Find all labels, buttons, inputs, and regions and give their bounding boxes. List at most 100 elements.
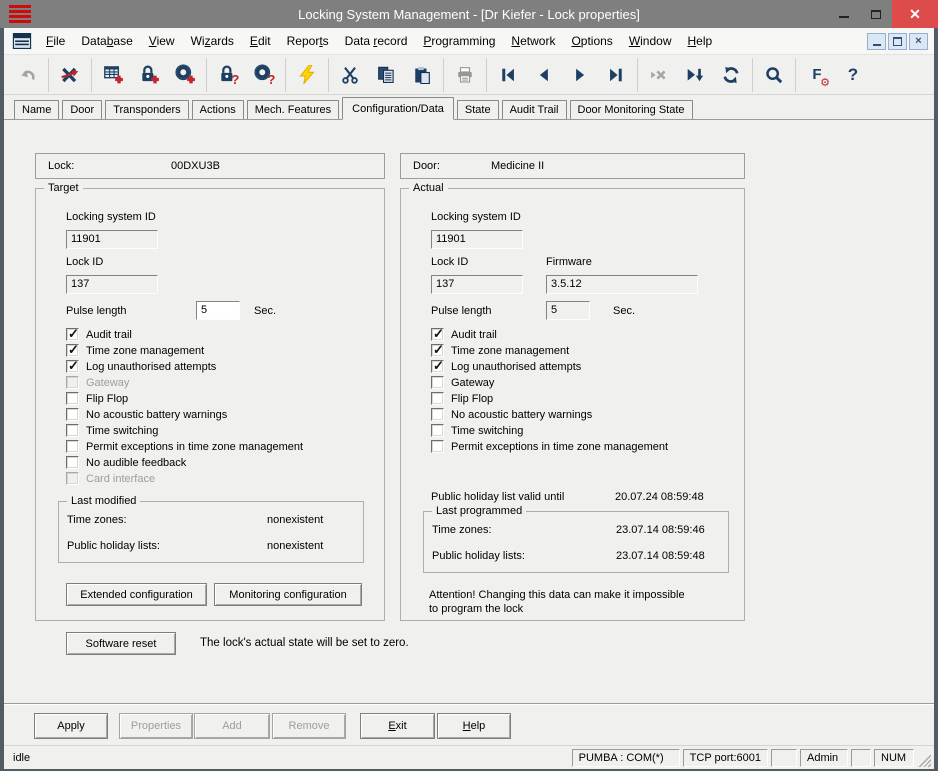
menu-edit[interactable]: Edit — [242, 30, 279, 52]
previous-record-icon[interactable] — [527, 58, 561, 91]
minimize-button[interactable] — [828, 0, 860, 28]
next-record-icon[interactable] — [563, 58, 597, 91]
target-pulse-length-field[interactable]: 5 — [196, 301, 240, 320]
tab-transponders[interactable]: Transponders — [105, 100, 188, 119]
attention-note-line2: to program the lock — [429, 603, 523, 615]
target-checkbox-audit-trail[interactable]: Audit trail — [66, 328, 303, 341]
first-record-icon[interactable] — [491, 58, 525, 91]
tab-mech-features[interactable]: Mech. Features — [247, 100, 339, 119]
actual-checkbox-flip-flop[interactable]: Flip Flop — [431, 392, 668, 405]
checkbox-icon[interactable] — [66, 344, 79, 357]
target-checkbox-log-unauthorised-attempts[interactable]: Log unauthorised attempts — [66, 360, 303, 373]
actual-locking-system-id-field[interactable]: 11901 — [431, 230, 523, 249]
checkbox-icon[interactable] — [66, 440, 79, 453]
tab-configuration-data[interactable]: Configuration/Data — [342, 97, 454, 120]
menu-help[interactable]: Help — [680, 30, 721, 52]
target-checkbox-no-audible-feedback[interactable]: No audible feedback — [66, 456, 303, 469]
refresh-icon[interactable] — [714, 58, 748, 91]
read-lock-icon[interactable]: ? — [211, 58, 245, 91]
toolbar-separator — [91, 58, 92, 92]
program-flash-icon[interactable] — [290, 58, 324, 91]
help-icon[interactable]: ? — [836, 58, 870, 91]
menu-window[interactable]: Window — [621, 30, 680, 52]
cut-icon[interactable] — [333, 58, 367, 91]
menu-reports[interactable]: Reports — [279, 30, 337, 52]
menu-options[interactable]: Options — [563, 30, 620, 52]
tab-audit-trail[interactable]: Audit Trail — [502, 100, 567, 119]
actual-checkbox-log-unauthorised-attempts[interactable]: Log unauthorised attempts — [431, 360, 668, 373]
checkbox-icon[interactable] — [431, 408, 444, 421]
checkbox-icon[interactable] — [66, 456, 79, 469]
new-database-item-icon[interactable] — [96, 58, 130, 91]
target-checkbox-time-switching[interactable]: Time switching — [66, 424, 303, 437]
last-record-icon[interactable] — [599, 58, 633, 91]
attention-note-line1: Attention! Changing this data can make i… — [429, 589, 685, 601]
menu-network[interactable]: Network — [503, 30, 563, 52]
software-reset-button[interactable]: Software reset — [66, 632, 176, 655]
copy-icon[interactable] — [369, 58, 403, 91]
actual-checkbox-time-zone-management[interactable]: Time zone management — [431, 344, 668, 357]
actual-checkbox-permit-exceptions[interactable]: Permit exceptions in time zone managemen… — [431, 440, 668, 453]
close-button[interactable]: ✕ — [892, 0, 938, 28]
firmware-field[interactable]: 3.5.12 — [546, 275, 698, 294]
cancel-navigation-icon[interactable] — [642, 58, 676, 91]
new-lock-icon[interactable] — [132, 58, 166, 91]
checkbox-icon[interactable] — [431, 392, 444, 405]
new-transponder-icon[interactable] — [168, 58, 202, 91]
target-checkbox-time-zone-management[interactable]: Time zone management — [66, 344, 303, 357]
goto-record-icon[interactable] — [678, 58, 712, 91]
checkbox-icon[interactable] — [431, 344, 444, 357]
extended-configuration-button[interactable]: Extended configuration — [66, 583, 207, 606]
search-icon[interactable] — [757, 58, 791, 91]
checkbox-icon[interactable] — [66, 408, 79, 421]
target-locking-system-id-field[interactable]: 11901 — [66, 230, 158, 249]
print-icon[interactable] — [448, 58, 482, 91]
maximize-button[interactable] — [860, 0, 892, 28]
menu-database[interactable]: Database — [73, 30, 140, 52]
status-tcp-port: TCP port:6001 — [683, 749, 768, 767]
checkbox-icon[interactable] — [431, 360, 444, 373]
paste-icon[interactable] — [405, 58, 439, 91]
target-checkbox-no-acoustic-battery-warnings[interactable]: No acoustic battery warnings — [66, 408, 303, 421]
actual-checkbox-time-switching[interactable]: Time switching — [431, 424, 668, 437]
mdi-restore-button[interactable] — [888, 33, 907, 50]
actual-lock-id-field[interactable]: 137 — [431, 275, 523, 294]
tab-door[interactable]: Door — [62, 100, 102, 119]
mdi-close-button[interactable]: × — [909, 33, 928, 50]
menu-file[interactable]: File — [38, 30, 73, 52]
target-lock-id-field[interactable]: 137 — [66, 275, 158, 294]
menu-wizards[interactable]: Wizards — [183, 30, 242, 52]
checkbox-icon[interactable] — [66, 392, 79, 405]
toolbar-separator — [328, 58, 329, 92]
checkbox-icon[interactable] — [66, 424, 79, 437]
actual-checkbox-gateway[interactable]: Gateway — [431, 376, 668, 389]
resize-grip[interactable] — [917, 749, 931, 767]
monitoring-configuration-button[interactable]: Monitoring configuration — [214, 583, 362, 606]
checkbox-icon[interactable] — [431, 440, 444, 453]
help-button[interactable]: Help — [437, 713, 511, 739]
actual-checkbox-audit-trail[interactable]: Audit trail — [431, 328, 668, 341]
delete-record-icon[interactable] — [53, 58, 87, 91]
actual-pulse-length-field[interactable]: 5 — [546, 301, 590, 320]
read-transponder-icon[interactable]: ? — [247, 58, 281, 91]
filter-settings-icon[interactable]: F⚙ — [800, 58, 834, 91]
checkbox-icon[interactable] — [431, 328, 444, 341]
menu-programming[interactable]: Programming — [415, 30, 503, 52]
menu-data-record[interactable]: Data record — [337, 30, 416, 52]
actual-checkbox-no-acoustic-battery-warnings[interactable]: No acoustic battery warnings — [431, 408, 668, 421]
tab-name[interactable]: Name — [14, 100, 59, 119]
undo-arrow-icon[interactable] — [10, 58, 44, 91]
tab-door-monitoring-state[interactable]: Door Monitoring State — [570, 100, 693, 119]
checkbox-icon[interactable] — [431, 376, 444, 389]
checkbox-icon[interactable] — [66, 360, 79, 373]
exit-button[interactable]: Exit — [360, 713, 435, 739]
tab-state[interactable]: State — [457, 100, 499, 119]
target-checkbox-permit-exceptions[interactable]: Permit exceptions in time zone managemen… — [66, 440, 303, 453]
tab-actions[interactable]: Actions — [192, 100, 244, 119]
target-checkbox-flip-flop[interactable]: Flip Flop — [66, 392, 303, 405]
checkbox-icon[interactable] — [66, 328, 79, 341]
checkbox-icon[interactable] — [431, 424, 444, 437]
mdi-minimize-button[interactable] — [867, 33, 886, 50]
menu-view[interactable]: View — [141, 30, 183, 52]
apply-button[interactable]: Apply — [34, 713, 108, 739]
